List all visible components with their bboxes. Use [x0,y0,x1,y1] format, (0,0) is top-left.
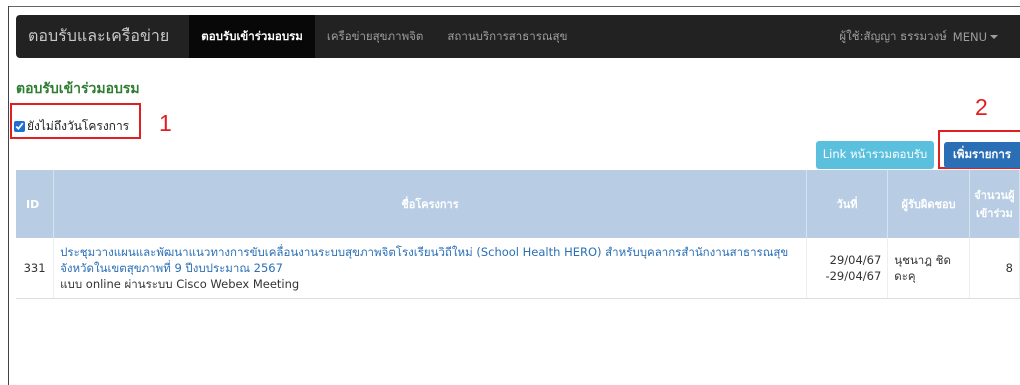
user-label: ผู้ใช้:สัญญา ธรรมวงษ์ [839,28,947,43]
cell-project-name: ประชุมวางแผนและพัฒนาแนวทางการขับเคลื่อนง… [53,238,807,299]
cell-count: 8 [969,238,1020,299]
frame-left-border [8,6,9,385]
filter-not-yet-date[interactable]: ยังไม่ถึงวันโครงการ [14,117,129,136]
link-summary-button[interactable]: Link หน้ารวมตอบรับ [816,141,934,169]
header-owner[interactable]: ผู้รับผิดชอบ [887,170,970,238]
annotation-number-2: 2 [975,94,988,120]
training-table: ID ชื่อโครงการ วันที่ ผู้รับผิดชอบ จำนวน… [16,170,1020,299]
header-id[interactable]: ID [16,170,55,238]
nav-item-training-response[interactable]: ตอบรับเข้าร่วมอบรม [189,15,315,58]
menu-label: MENU [952,29,987,44]
table-header-row: ID ชื่อโครงการ วันที่ ผู้รับผิดชอบ จำนวน… [16,170,1020,238]
navbar-brand[interactable]: ตอบรับและเครือข่าย [28,24,169,49]
cell-date: 29/04/67 -29/04/67 [806,238,889,299]
header-date[interactable]: วันที่ [806,170,889,238]
filter-checkbox[interactable] [14,121,25,132]
project-subtitle: แบบ online ผ่านระบบ Cisco Webex Meeting [60,277,300,291]
menu-dropdown[interactable]: MENU [953,30,998,44]
frame-top-border [8,6,1020,7]
project-link-line2[interactable]: จังหวัดในเขตสุขภาพที่ 9 ปีงบประมาณ 2567 [60,260,800,276]
page-title: ตอบรับเข้าร่วมอบรม [16,81,140,97]
cell-id: 331 [16,238,55,299]
filter-label: ยังไม่ถึงวันโครงการ [27,119,130,133]
table-row: 331 ประชุมวางแผนและพัฒนาแนวทางการขับเคลื… [16,238,1020,299]
date-end: -29/04/67 [825,269,882,283]
caret-down-icon [990,34,998,39]
annotation-number-1: 1 [159,110,172,136]
navbar-user-area: ผู้ใช้:สัญญา ธรรมวงษ์ MENU [839,28,998,46]
cell-owner: นุชนาฎ ชิดดะคุ [887,238,970,299]
top-navbar: ตอบรับและเครือข่าย ตอบรับเข้าร่วมอบรม เค… [16,15,1020,58]
add-item-button[interactable]: เพิ่มรายการ [944,142,1020,168]
header-count[interactable]: จำนวนผู้เข้าร่วม [969,170,1020,238]
nav-item-health-facilities[interactable]: สถานบริการสาธารณสุข [435,15,579,58]
header-project-name[interactable]: ชื่อโครงการ [53,170,807,238]
nav-item-mental-health-network[interactable]: เครือข่ายสุขภาพจิต [315,15,435,58]
date-start: 29/04/67 [829,253,882,267]
project-link-line1[interactable]: ประชุมวางแผนและพัฒนาแนวทางการขับเคลื่อนง… [60,244,800,260]
